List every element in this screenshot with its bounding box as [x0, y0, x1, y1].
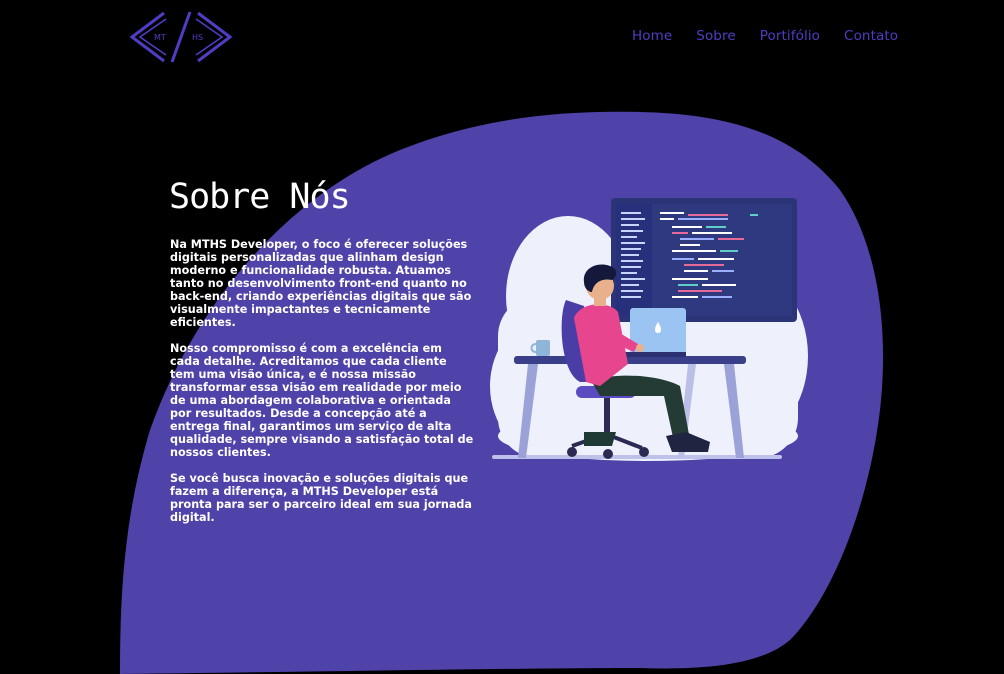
- nav-home-link[interactable]: Home: [632, 28, 672, 44]
- code-monitor: [611, 198, 797, 322]
- nav-portfolio-link[interactable]: Portifólio: [760, 28, 820, 44]
- about-content: Na MTHS Developer, o foco é oferecer sol…: [170, 238, 474, 537]
- about-paragraph: Na MTHS Developer, o foco é oferecer sol…: [170, 238, 472, 329]
- nav-contato-link[interactable]: Contato: [844, 28, 898, 44]
- main-nav: Home Sobre Portifólio Contato: [632, 28, 898, 44]
- logo-left-text: MT: [154, 33, 166, 42]
- logo[interactable]: MT HS: [128, 10, 234, 64]
- nav-sobre-link[interactable]: Sobre: [696, 28, 735, 44]
- logo-right-text: HS: [192, 33, 203, 42]
- page-title: Sobre Nós: [169, 177, 351, 217]
- about-paragraph: Se você busca inovação e soluções digita…: [170, 472, 472, 524]
- developer-at-desk-illustration: [490, 198, 808, 461]
- about-paragraph: Nosso compromisso é com a excelência em …: [170, 342, 474, 459]
